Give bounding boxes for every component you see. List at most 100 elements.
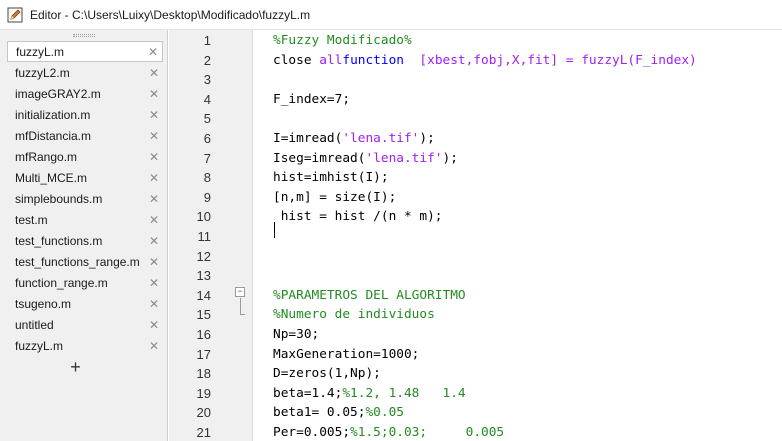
code-token: hist=imhist(I); xyxy=(273,170,389,186)
code-line[interactable]: hist=imhist(I); xyxy=(273,168,389,188)
line-number: 16 xyxy=(196,327,211,342)
code-token: MaxGeneration=1000; xyxy=(273,346,420,362)
line-number: 10 xyxy=(196,209,211,225)
tab-close-icon[interactable]: ✕ xyxy=(149,255,159,269)
tab-item[interactable]: mfDistancia.m ✕ xyxy=(0,125,167,146)
code-token: %Numero de individuos xyxy=(273,307,435,323)
code-token: function xyxy=(342,52,404,68)
tab-item[interactable]: simplebounds.m ✕ xyxy=(0,188,167,209)
code-line[interactable]: Per=0.005;%1.5;0.03; 0.005 xyxy=(273,423,504,441)
code-line[interactable]: %Fuzzy Modificado% xyxy=(273,31,412,51)
tab-item[interactable]: fuzzyL2.m ✕ xyxy=(0,62,167,83)
code-line[interactable]: Iseg=imread('lena.tif'); xyxy=(273,149,458,169)
tab-item[interactable]: test.m ✕ xyxy=(0,209,167,230)
tab-label: initialization.m xyxy=(15,107,91,122)
code-token: ); xyxy=(419,131,435,146)
code-line[interactable]: F_index=7; xyxy=(273,90,350,110)
fold-toggle-icon[interactable]: − xyxy=(235,287,245,297)
code-token: %1.5;0.03; 0.005 xyxy=(350,425,505,440)
window-title: Editor - C:\Users\Luixy\Desktop\Modifica… xyxy=(30,7,311,22)
tab-label: mfDistancia.m xyxy=(15,128,92,143)
tab-label: function_range.m xyxy=(15,275,108,290)
tab-close-icon[interactable]: ✕ xyxy=(149,234,159,248)
code-line[interactable]: [n,m] = size(I); xyxy=(273,188,396,208)
tab-close-icon[interactable]: ✕ xyxy=(149,192,159,206)
tab-item[interactable]: tsugeno.m ✕ xyxy=(0,293,167,314)
line-number: 17 xyxy=(196,346,211,362)
tab-label: mfRango.m xyxy=(15,149,78,164)
tab-label: tsugeno.m xyxy=(15,296,72,311)
tab-close-icon[interactable]: ✕ xyxy=(149,318,159,332)
code-line[interactable]: %Numero de individuos xyxy=(273,305,435,325)
code-editor[interactable]: − 1 2 3 4 5 6 7 8 9 10 11 12 13 14 15 16 17 18 19 20 21 %Fuz… xyxy=(169,30,782,441)
editor-pencil-icon xyxy=(7,7,23,22)
text-caret xyxy=(274,222,275,238)
tab-close-icon[interactable]: ✕ xyxy=(149,213,159,227)
code-token: hist = hist /(n * m); xyxy=(273,209,443,225)
code-token: %0.05 xyxy=(365,405,404,421)
tab-close-icon[interactable]: ✕ xyxy=(149,297,159,311)
line-number: 19 xyxy=(196,385,211,401)
tab-item[interactable]: mfRango.m ✕ xyxy=(0,146,167,167)
line-number: 6 xyxy=(203,131,211,146)
code-line[interactable]: hist = hist /(n * m); xyxy=(273,207,443,227)
tab-label: test_functions_range.m xyxy=(15,254,140,269)
tab-label: imageGRAY2.m xyxy=(15,86,101,101)
tab-close-icon[interactable]: ✕ xyxy=(149,276,159,290)
code-token: Per=0.005; xyxy=(273,425,351,440)
line-number: 1 xyxy=(203,33,211,48)
line-number: 21 xyxy=(196,425,211,440)
code-line[interactable]: beta=1.4;%1.2, 1.48 1.4 xyxy=(273,384,466,404)
code-token: 'lena.tif' xyxy=(365,150,443,166)
code-token: ); xyxy=(442,150,458,166)
tab-close-icon[interactable]: ✕ xyxy=(149,129,159,143)
tab-item[interactable]: fuzzyL.m ✕ xyxy=(7,41,163,62)
code-line[interactable]: D=zeros(1,Np); xyxy=(273,364,381,384)
code-token: %1.2, 1.48 1.4 xyxy=(342,385,466,401)
tab-label: Multi_MCE.m xyxy=(15,170,88,185)
tab-item[interactable]: test_functions.m ✕ xyxy=(0,230,167,251)
code-token: %PARAMETROS DEL ALGORITMO xyxy=(273,287,466,303)
tab-item[interactable]: function_range.m ✕ xyxy=(0,272,167,293)
tab-close-icon[interactable]: ✕ xyxy=(149,87,159,101)
line-number: 9 xyxy=(203,189,211,205)
tab-item[interactable]: Multi_MCE.m ✕ xyxy=(0,167,167,188)
line-number: 14 xyxy=(196,287,211,303)
tab-item[interactable]: fuzzyL.m ✕ xyxy=(0,335,167,356)
line-number: 20 xyxy=(196,405,211,421)
code-token: close xyxy=(273,52,320,68)
tab-close-icon[interactable]: ✕ xyxy=(149,171,159,185)
code-token: beta=1.4; xyxy=(273,385,343,401)
code-token: all xyxy=(319,52,343,68)
code-line[interactable]: %PARAMETROS DEL ALGORITMO xyxy=(273,286,466,306)
tab-item[interactable]: test_functions_range.m ✕ xyxy=(0,251,167,272)
tab-close-icon[interactable]: ✕ xyxy=(149,150,159,164)
fold-line xyxy=(240,298,241,315)
code-token: Iseg=imread( xyxy=(273,150,366,166)
code-line[interactable]: Np=30; xyxy=(273,325,319,345)
tab-close-icon[interactable]: ✕ xyxy=(149,108,159,122)
code-line[interactable]: close allfunction [xbest,fobj,X,fit] = f… xyxy=(273,51,697,71)
line-number-gutter: − 1 2 3 4 5 6 7 8 9 10 11 12 13 14 15 16 17 18 19 20 21 xyxy=(169,30,253,441)
tab-item[interactable]: untitled ✕ xyxy=(0,314,167,335)
code-line[interactable]: MaxGeneration=1000; xyxy=(273,345,419,365)
tab-label: fuzzyL.m xyxy=(15,338,64,353)
line-number: 18 xyxy=(196,366,211,382)
line-number: 12 xyxy=(196,248,211,264)
tab-close-icon[interactable]: ✕ xyxy=(149,339,159,353)
code-line[interactable]: I=imread('lena.tif'); xyxy=(273,129,435,149)
add-tab-button[interactable]: + xyxy=(0,356,151,378)
code-token: 'lena.tif' xyxy=(342,131,420,146)
code-token: Np=30; xyxy=(273,327,320,342)
tab-label: simplebounds.m xyxy=(15,191,103,206)
code-line[interactable]: beta1= 0.05;%0.05 xyxy=(273,403,404,423)
tab-item[interactable]: initialization.m ✕ xyxy=(0,104,167,125)
tab-label: test_functions.m xyxy=(15,233,103,248)
title-bar: Editor - C:\Users\Luixy\Desktop\Modifica… xyxy=(0,0,782,30)
tab-close-icon[interactable]: ✕ xyxy=(149,66,159,80)
code-token: I=imread( xyxy=(273,131,343,146)
tab-close-icon[interactable]: ✕ xyxy=(148,45,158,59)
tab-item[interactable]: imageGRAY2.m ✕ xyxy=(0,83,167,104)
line-number: 4 xyxy=(203,91,211,107)
panel-grip[interactable] xyxy=(0,30,167,41)
